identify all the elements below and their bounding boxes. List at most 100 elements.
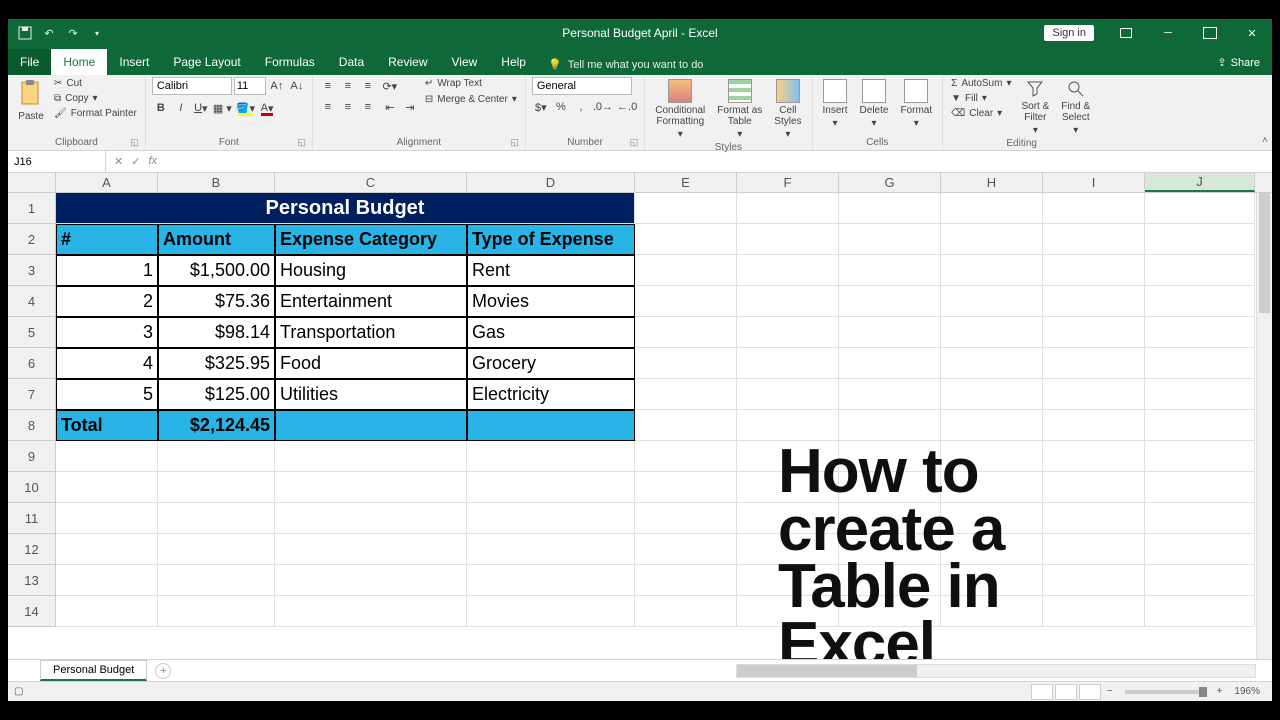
cell[interactable] (635, 410, 737, 441)
cell[interactable] (635, 224, 737, 255)
cell[interactable] (1043, 503, 1145, 534)
tab-insert[interactable]: Insert (107, 49, 161, 75)
enter-formula-icon[interactable]: ✓ (131, 155, 140, 168)
cell[interactable] (56, 472, 158, 503)
cell[interactable] (941, 286, 1043, 317)
new-sheet-button[interactable]: + (155, 663, 171, 679)
tell-me-search[interactable]: 💡Tell me what you want to do (538, 54, 713, 75)
clipboard-dialog-icon[interactable]: ◱ (130, 137, 139, 148)
cell[interactable] (1043, 596, 1145, 627)
format-cells-button[interactable]: Format▾ (896, 77, 936, 131)
cell[interactable] (1043, 410, 1145, 441)
cancel-formula-icon[interactable]: ✕ (114, 155, 123, 168)
col-header[interactable]: G (839, 173, 941, 192)
format-painter-button[interactable]: 🖌Format Painter (52, 107, 139, 120)
cell[interactable] (737, 255, 839, 286)
border-button[interactable]: ▦ ▾ (212, 99, 233, 117)
cell[interactable]: Amount (158, 224, 275, 255)
cell[interactable] (635, 348, 737, 379)
cell-styles-button[interactable]: Cell Styles▾ (770, 77, 805, 142)
cell[interactable] (635, 255, 737, 286)
align-middle-icon[interactable]: ≡ (339, 77, 357, 95)
align-bottom-icon[interactable]: ≡ (359, 77, 377, 95)
col-header[interactable]: E (635, 173, 737, 192)
row-header[interactable]: 5 (8, 317, 56, 348)
currency-icon[interactable]: $▾ (532, 98, 550, 116)
decrease-font-icon[interactable]: A↓ (288, 77, 306, 95)
clear-button[interactable]: ⌫Clear ▾ (949, 107, 1013, 120)
comma-icon[interactable]: , (572, 98, 590, 116)
font-color-button[interactable]: A▾ (258, 99, 276, 117)
vertical-scrollbar[interactable] (1256, 193, 1272, 659)
cell[interactable] (737, 193, 839, 224)
cell[interactable]: Total (56, 410, 158, 441)
cell[interactable]: $1,500.00 (158, 255, 275, 286)
cell[interactable]: 1 (56, 255, 158, 286)
cell[interactable] (737, 348, 839, 379)
align-top-icon[interactable]: ≡ (319, 77, 337, 95)
cell[interactable] (941, 379, 1043, 410)
cell[interactable]: Utilities (275, 379, 467, 410)
percent-icon[interactable]: % (552, 98, 570, 116)
zoom-out-button[interactable]: − (1103, 686, 1117, 697)
tab-home[interactable]: Home (51, 49, 107, 75)
row-header[interactable]: 11 (8, 503, 56, 534)
cell[interactable] (737, 317, 839, 348)
cell[interactable]: 3 (56, 317, 158, 348)
cell[interactable] (1145, 410, 1255, 441)
cell[interactable] (737, 379, 839, 410)
font-name-select[interactable] (152, 77, 232, 95)
cell[interactable]: $98.14 (158, 317, 275, 348)
cell[interactable] (56, 596, 158, 627)
row-header[interactable]: 8 (8, 410, 56, 441)
cell[interactable] (941, 317, 1043, 348)
row-header[interactable]: 3 (8, 255, 56, 286)
cell[interactable] (56, 503, 158, 534)
cell[interactable] (1145, 255, 1255, 286)
cell[interactable] (839, 286, 941, 317)
col-header[interactable]: B (158, 173, 275, 192)
record-macro-icon[interactable]: ▢ (14, 686, 23, 697)
cell[interactable] (275, 472, 467, 503)
cell[interactable] (635, 472, 737, 503)
cell[interactable] (1145, 348, 1255, 379)
cell[interactable] (1145, 596, 1255, 627)
format-as-table-button[interactable]: Format as Table▾ (713, 77, 766, 142)
cell[interactable]: $325.95 (158, 348, 275, 379)
normal-view-button[interactable] (1031, 684, 1053, 700)
tab-page-layout[interactable]: Page Layout (161, 49, 252, 75)
cell[interactable]: Transportation (275, 317, 467, 348)
cell[interactable]: Housing (275, 255, 467, 286)
cell[interactable] (467, 472, 635, 503)
tab-data[interactable]: Data (327, 49, 376, 75)
qat-dropdown-icon[interactable]: ▾ (88, 24, 106, 42)
cell[interactable]: Gas (467, 317, 635, 348)
delete-cells-button[interactable]: Delete▾ (856, 77, 893, 131)
cell[interactable] (839, 317, 941, 348)
collapse-ribbon-icon[interactable]: ˄ (1262, 135, 1268, 146)
cell[interactable]: Food (275, 348, 467, 379)
zoom-slider[interactable] (1125, 690, 1205, 694)
page-layout-view-button[interactable] (1055, 684, 1077, 700)
cell[interactable] (467, 596, 635, 627)
cell[interactable] (56, 565, 158, 596)
cell[interactable] (941, 255, 1043, 286)
row-header[interactable]: 2 (8, 224, 56, 255)
col-header[interactable]: F (737, 173, 839, 192)
cell[interactable] (275, 596, 467, 627)
cell[interactable] (467, 565, 635, 596)
cell[interactable] (1145, 286, 1255, 317)
align-right-icon[interactable]: ≡ (359, 98, 377, 116)
increase-decimal-icon[interactable]: .0→ (592, 98, 614, 116)
cell[interactable] (635, 379, 737, 410)
cell[interactable] (635, 441, 737, 472)
cell[interactable] (1145, 441, 1255, 472)
cell[interactable] (839, 348, 941, 379)
autosum-button[interactable]: ΣAutoSum ▾ (949, 77, 1013, 90)
cell[interactable] (737, 286, 839, 317)
cell[interactable]: Rent (467, 255, 635, 286)
cell[interactable] (467, 503, 635, 534)
name-box[interactable]: J16 (8, 151, 106, 172)
decrease-indent-icon[interactable]: ⇤ (381, 98, 399, 116)
bold-button[interactable]: B (152, 99, 170, 117)
